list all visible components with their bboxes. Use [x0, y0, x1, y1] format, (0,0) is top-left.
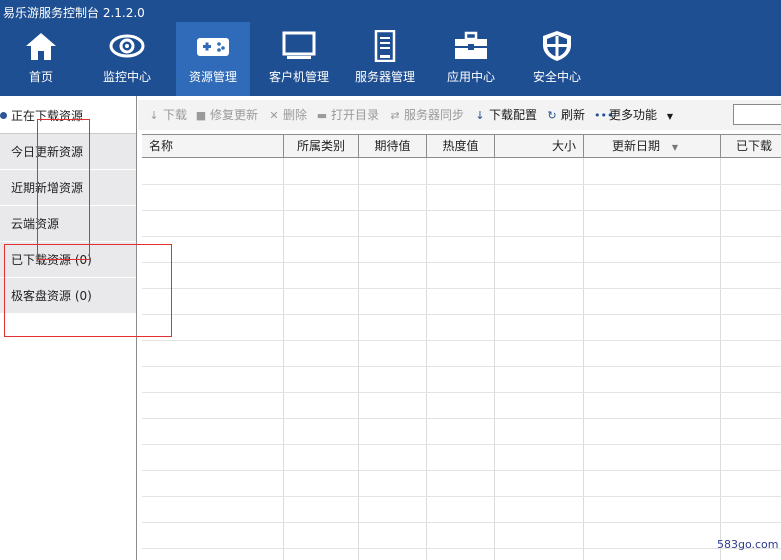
row-divider	[142, 392, 781, 393]
nav-item-resources-label: 资源管理	[188, 70, 237, 84]
download-config-button[interactable]: ↓ 下载配置	[474, 107, 537, 123]
nav-item-servers-label: 服务器管理	[354, 70, 415, 84]
app-header: 易乐游服务控制台 2.1.2.0 首页 监控中心 资源管理 客户机管理 服务器管…	[0, 0, 781, 96]
row-divider	[142, 470, 781, 471]
column-divider	[494, 158, 495, 560]
column-expectation[interactable]: 期待值	[359, 135, 427, 157]
nav-item-apps[interactable]: 应用中心	[434, 22, 508, 96]
nav-item-home[interactable]: 首页	[4, 22, 78, 96]
column-size[interactable]: 大小	[495, 135, 584, 157]
column-divider	[720, 158, 721, 560]
delete-icon: ✕	[269, 109, 279, 122]
nav-item-security-label: 安全中心	[532, 70, 581, 84]
delete-button[interactable]: ✕ 删除	[268, 107, 307, 123]
row-divider	[142, 184, 781, 185]
annotation-box-horizontal	[4, 244, 172, 337]
column-divider	[283, 158, 284, 560]
nav-item-clients-label: 客户机管理	[268, 70, 329, 84]
row-divider	[142, 418, 781, 419]
nav-item-apps-label: 应用中心	[446, 70, 495, 84]
refresh-icon: ↻	[547, 109, 557, 122]
repair-icon: ■	[195, 109, 207, 122]
search-input[interactable]	[733, 104, 781, 125]
nav-item-resources[interactable]: 资源管理	[176, 22, 250, 96]
row-divider	[142, 288, 781, 289]
row-divider	[142, 340, 781, 341]
row-divider	[142, 522, 781, 523]
column-divider	[358, 158, 359, 560]
table-header: 名称 所属类别 期待值 热度值 大小 更新日期 ▼ 已下载	[142, 134, 781, 158]
dropdown-caret-icon: ▼	[666, 112, 673, 121]
row-divider	[142, 444, 781, 445]
row-divider	[142, 366, 781, 367]
sort-desc-icon: ▼	[671, 143, 678, 152]
refresh-button[interactable]: ↻ 刷新	[546, 107, 585, 123]
nav-item-home-label: 首页	[28, 70, 53, 84]
gamepad-icon	[197, 38, 229, 56]
row-divider	[142, 210, 781, 211]
watermark: 583go.com	[717, 538, 779, 551]
home-icon	[26, 33, 56, 60]
nav-item-servers[interactable]: 服务器管理	[348, 22, 422, 96]
nav-item-monitor[interactable]: 监控中心	[90, 22, 164, 96]
monitor-icon	[282, 31, 316, 59]
toolbox-icon	[455, 31, 487, 59]
server-icon	[374, 30, 396, 62]
row-divider	[142, 236, 781, 237]
down-arrow-icon: ↓	[149, 109, 159, 122]
nav-item-monitor-label: 监控中心	[102, 70, 151, 84]
toolbar: ↓ 下载 ■ 修复更新 ✕ 删除 ▬ 打开目录 ⇄ 服务器同步 ↓ 下载配置 ↻ 刷新 •••…	[138, 100, 781, 130]
download-button[interactable]: ↓ 下载	[148, 107, 187, 123]
active-dot-icon	[0, 112, 7, 119]
row-divider	[142, 262, 781, 263]
repair-update-button[interactable]: ■ 修复更新	[195, 107, 258, 123]
table-body	[142, 158, 781, 560]
more-functions-button[interactable]: •••更多功能 ▼	[594, 107, 673, 123]
main-nav: 首页 监控中心 资源管理 客户机管理 服务器管理 应用中心 安全中心	[0, 22, 781, 96]
column-downloaded[interactable]: 已下载	[721, 135, 781, 157]
column-divider	[583, 158, 584, 560]
column-name[interactable]: 名称	[142, 135, 284, 157]
nav-item-clients[interactable]: 客户机管理	[262, 22, 336, 96]
column-update-date[interactable]: 更新日期 ▼	[584, 135, 721, 157]
sync-icon: ⇄	[390, 109, 400, 122]
annotation-box-vertical	[37, 119, 90, 260]
open-folder-button[interactable]: ▬ 打开目录	[316, 107, 379, 123]
nav-item-security[interactable]: 安全中心	[520, 22, 594, 96]
row-divider	[142, 496, 781, 497]
server-sync-button[interactable]: ⇄ 服务器同步	[389, 107, 464, 123]
row-divider	[142, 314, 781, 315]
resource-table: 名称 所属类别 期待值 热度值 大小 更新日期 ▼ 已下载	[142, 134, 781, 560]
row-divider	[142, 548, 781, 549]
eye-icon	[109, 34, 145, 58]
more-icon: •••	[594, 109, 614, 122]
column-divider	[426, 158, 427, 560]
app-title: 易乐游服务控制台 2.1.2.0	[3, 6, 145, 20]
down-arrow-icon: ↓	[475, 109, 485, 122]
shield-icon	[543, 31, 571, 61]
column-heat[interactable]: 热度值	[427, 135, 495, 157]
column-category[interactable]: 所属类别	[284, 135, 359, 157]
folder-icon: ▬	[316, 109, 328, 122]
